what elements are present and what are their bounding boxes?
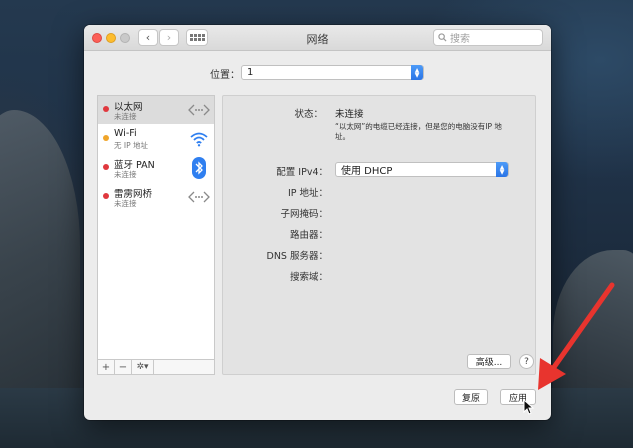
updown-arrows-icon: ▲ ▼ (496, 162, 508, 177)
location-select[interactable]: 1 ▲ ▼ (241, 65, 424, 80)
service-status: 未连接 (114, 112, 137, 121)
router-label: 路由器： (289, 230, 328, 241)
service-item-ethernet[interactable]: 以太网 未连接 (98, 96, 214, 124)
status-description: “以太网”的电缆已经连接，但是您的电脑没有IP 地址。 (335, 122, 502, 141)
add-service-button[interactable]: + (98, 360, 115, 374)
revert-button[interactable]: 复原 (454, 389, 488, 405)
updown-arrows-icon: ▲ ▼ (411, 65, 423, 80)
status-dot (103, 106, 109, 112)
configure-ipv4-value: 使用 DHCP (341, 166, 393, 177)
service-name: Wi-Fi (114, 128, 137, 139)
wifi-icon (188, 129, 210, 149)
service-status: 无 IP 地址 (114, 141, 149, 150)
search-icon (438, 33, 447, 42)
dns-server-label: DNS 服务器： (266, 251, 328, 262)
advanced-button[interactable]: 高级... (467, 354, 511, 369)
status-value: 未连接 (335, 109, 364, 120)
subnet-mask-label: 子网掩码： (280, 209, 328, 220)
help-button[interactable]: ? (519, 354, 534, 369)
configure-ipv4-select[interactable]: 使用 DHCP ▲ ▼ (335, 162, 509, 177)
status-dot (103, 164, 109, 170)
location-value: 1 (247, 67, 254, 78)
network-preferences-window: ‹ › 网络 搜索 位置： 1 ▲ ▼ 以太网 未连接 Wi-Fi 无 IP 地址 (84, 25, 551, 420)
configure-ipv4-label: 配置 IPv4： (276, 167, 328, 178)
location-label: 位置： (210, 70, 240, 81)
status-dot (103, 135, 109, 141)
ethernet-arrows-icon (188, 100, 210, 120)
status-dot (103, 193, 109, 199)
service-item-wifi[interactable]: Wi-Fi 无 IP 地址 (98, 125, 214, 153)
service-status: 未连接 (114, 199, 137, 208)
status-label: 状态： (294, 109, 323, 120)
service-status: 未连接 (114, 170, 137, 179)
title-bar: ‹ › 网络 搜索 (84, 25, 551, 51)
service-list-toolbar: + − ✲▾ (97, 359, 215, 375)
search-domains-label: 搜索域： (289, 272, 328, 283)
service-item-bluetooth-pan[interactable]: 蓝牙 PAN 未连接 (98, 154, 214, 182)
bluetooth-icon (188, 157, 210, 179)
service-list: 以太网 未连接 Wi-Fi 无 IP 地址 蓝牙 PAN 未连接 雷雳网桥 未连… (97, 95, 215, 375)
service-detail-panel: 状态： 未连接 “以太网”的电缆已经连接，但是您的电脑没有IP 地址。 配置 I… (222, 95, 536, 375)
search-placeholder: 搜索 (450, 34, 470, 45)
ip-address-label: IP 地址： (287, 188, 328, 199)
thunderbolt-bridge-arrows-icon (188, 187, 210, 207)
mouse-pointer-icon (523, 399, 535, 415)
gear-menu-button[interactable]: ✲▾ (132, 360, 154, 374)
remove-service-button[interactable]: − (115, 360, 132, 374)
service-item-thunderbolt-bridge[interactable]: 雷雳网桥 未连接 (98, 183, 214, 211)
search-field[interactable]: 搜索 (433, 29, 543, 46)
